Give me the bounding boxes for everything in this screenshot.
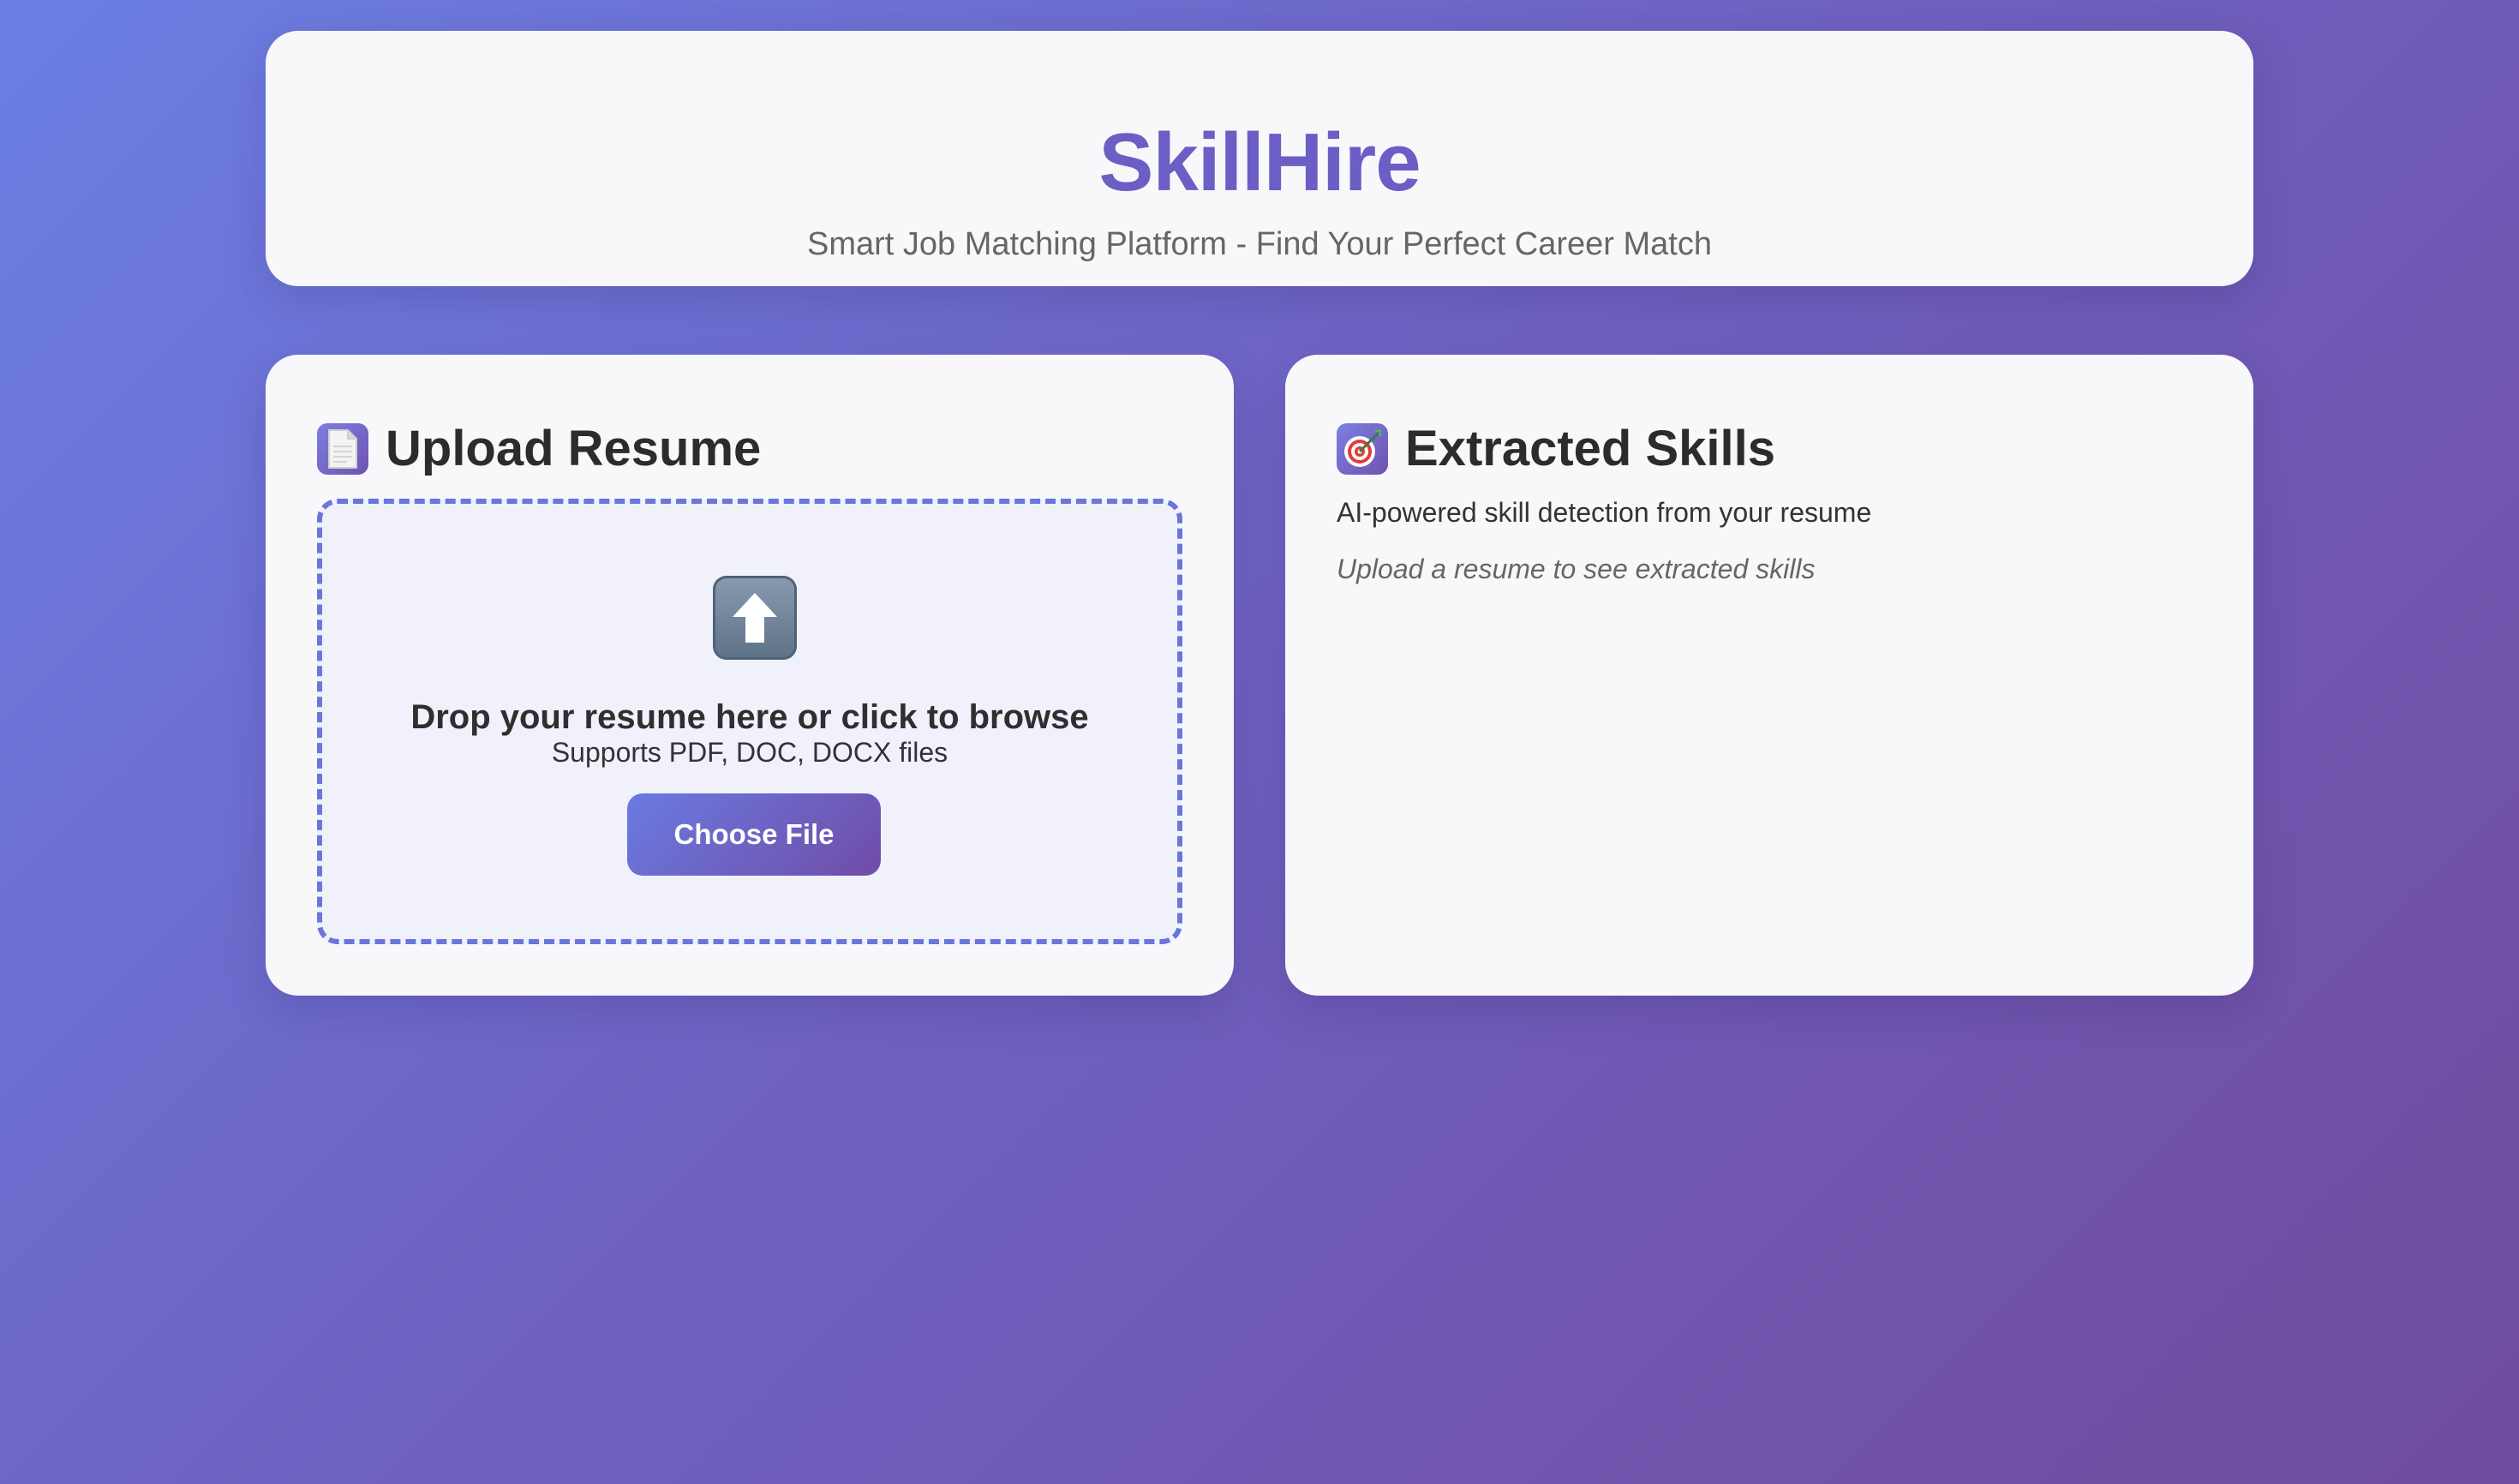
up-arrow-icon [713,576,797,660]
target-icon [1337,423,1388,475]
upload-resume-panel: Upload Resume Drop your resume here or c… [266,355,1234,996]
skills-description: AI-powered skill detection from your res… [1337,497,1872,528]
resume-dropzone[interactable]: Drop your resume here or click to browse… [317,499,1182,944]
upload-panel-heading: Upload Resume [317,406,761,492]
header-card: SkillHire Smart Job Matching Platform - … [266,31,2253,286]
upload-panel-title: Upload Resume [386,421,762,476]
dropzone-hint: Supports PDF, DOC, DOCX files [551,737,948,768]
app-subtitle: Smart Job Matching Platform - Find Your … [807,226,1712,262]
skills-panel-heading: Extracted Skills [1337,406,1775,492]
document-icon [317,423,368,475]
skills-empty-state: Upload a resume to see extracted skills [1337,554,1816,584]
extracted-skills-panel: Extracted Skills AI-powered skill detect… [1285,355,2253,996]
skills-panel-title: Extracted Skills [1405,421,1775,476]
app-title: SkillHire [1098,117,1421,208]
choose-file-button[interactable]: Choose File [627,793,881,876]
